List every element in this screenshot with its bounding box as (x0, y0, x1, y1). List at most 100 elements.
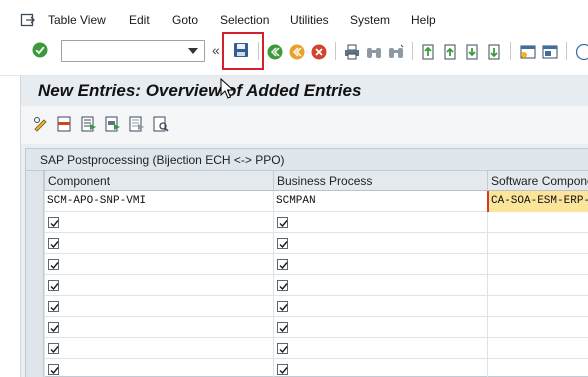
component-cell[interactable] (44, 359, 273, 377)
checkbox-icon[interactable] (48, 217, 59, 228)
business-process-cell[interactable] (273, 317, 487, 338)
table-row (26, 275, 588, 296)
checkbox-icon[interactable] (277, 322, 288, 333)
menu-system[interactable]: System (350, 13, 390, 27)
print-icon[interactable] (344, 44, 360, 60)
software-component-cell[interactable] (487, 212, 588, 233)
exit-icon[interactable] (289, 44, 305, 60)
find-next-icon[interactable] (388, 44, 404, 60)
select-all-rows-button[interactable] (26, 171, 44, 191)
menu-selection[interactable]: Selection (220, 13, 269, 27)
toolbar-separator (335, 42, 336, 60)
software-component-cell[interactable] (487, 359, 588, 377)
next-page-icon[interactable] (464, 44, 480, 60)
component-cell[interactable] (44, 296, 273, 317)
find-icon[interactable] (366, 44, 382, 60)
command-field[interactable] (61, 40, 205, 62)
component-cell[interactable] (44, 338, 273, 359)
table-title: SAP Postprocessing (Bijection ECH <-> PP… (40, 153, 285, 167)
menu-help[interactable]: Help (411, 13, 436, 27)
component-cell[interactable] (44, 212, 273, 233)
table-row (26, 338, 588, 359)
checkbox-icon[interactable] (48, 238, 59, 249)
column-header-software-component[interactable]: Software Component (487, 171, 588, 191)
print-standard-list-icon[interactable] (153, 116, 169, 132)
business-process-cell[interactable]: SCMPAN (273, 191, 487, 212)
menu-utilities[interactable]: Utilities (290, 13, 329, 27)
row-selector[interactable] (26, 317, 44, 338)
checkbox-icon[interactable] (48, 301, 59, 312)
save-icon[interactable] (233, 42, 249, 58)
software-component-cell[interactable] (487, 254, 588, 275)
table-row (26, 254, 588, 275)
component-cell[interactable]: SCM-APO-SNP-VMI (44, 191, 273, 212)
checkbox-icon[interactable] (277, 238, 288, 249)
page-title: New Entries: Overview of Added Entries (38, 81, 362, 100)
row-selector[interactable] (26, 233, 44, 254)
row-selector[interactable] (26, 254, 44, 275)
row-selector[interactable] (26, 275, 44, 296)
help-icon[interactable] (576, 44, 588, 60)
change-display-icon[interactable] (33, 116, 49, 132)
business-process-cell[interactable] (273, 275, 487, 296)
component-cell[interactable] (44, 254, 273, 275)
table-control: SAP Postprocessing (Bijection ECH <-> PP… (25, 148, 588, 377)
cancel-icon[interactable] (311, 44, 327, 60)
menu-table-view[interactable]: Table View (48, 13, 106, 27)
checkbox-icon[interactable] (277, 217, 288, 228)
first-page-icon[interactable] (420, 44, 436, 60)
checkbox-icon[interactable] (277, 301, 288, 312)
component-cell[interactable] (44, 233, 273, 254)
business-process-cell[interactable] (273, 338, 487, 359)
table-row (26, 359, 588, 377)
software-component-cell[interactable] (487, 317, 588, 338)
software-component-cell[interactable] (487, 296, 588, 317)
table-row (26, 233, 588, 254)
checkbox-icon[interactable] (277, 280, 288, 291)
business-process-cell[interactable] (273, 296, 487, 317)
last-page-icon[interactable] (486, 44, 502, 60)
checkbox-icon[interactable] (277, 343, 288, 354)
checkbox-icon[interactable] (277, 259, 288, 270)
table-title-bar: SAP Postprocessing (Bijection ECH <-> PP… (26, 149, 588, 171)
checkbox-icon[interactable] (48, 343, 59, 354)
software-component-cell[interactable] (487, 233, 588, 254)
previous-page-icon[interactable] (442, 44, 458, 60)
generate-shortcut-icon[interactable] (542, 44, 558, 60)
row-selector[interactable] (26, 296, 44, 317)
create-session-icon[interactable] (520, 44, 536, 60)
column-header-component[interactable]: Component (44, 171, 273, 191)
checkbox-icon[interactable] (277, 364, 288, 375)
command-input[interactable] (62, 41, 182, 61)
application-toolbar (21, 106, 588, 144)
select-block-icon[interactable] (105, 116, 121, 132)
row-selector[interactable] (26, 191, 44, 212)
select-all-icon[interactable] (81, 116, 97, 132)
component-cell[interactable] (44, 317, 273, 338)
software-component-cell[interactable]: CA-SOA-ESM-ERP- (487, 191, 588, 212)
menu-exit-icon[interactable] (20, 12, 36, 28)
back-icon[interactable] (267, 44, 283, 60)
chevron-down-icon[interactable] (188, 48, 198, 54)
software-component-cell[interactable] (487, 275, 588, 296)
enter-check-icon[interactable] (32, 42, 48, 58)
row-selector[interactable] (26, 359, 44, 377)
delete-row-icon[interactable] (57, 116, 73, 132)
deselect-all-icon[interactable] (129, 116, 145, 132)
row-selector[interactable] (26, 212, 44, 233)
menu-goto[interactable]: Goto (172, 13, 198, 27)
business-process-cell[interactable] (273, 233, 487, 254)
row-selector[interactable] (26, 338, 44, 359)
business-process-cell[interactable] (273, 254, 487, 275)
business-process-cell[interactable] (273, 359, 487, 377)
checkbox-icon[interactable] (48, 259, 59, 270)
checkbox-icon[interactable] (48, 364, 59, 375)
checkbox-icon[interactable] (48, 280, 59, 291)
business-process-cell[interactable] (273, 212, 487, 233)
checkbox-icon[interactable] (48, 322, 59, 333)
column-header-business-process[interactable]: Business Process (273, 171, 487, 191)
software-component-cell[interactable] (487, 338, 588, 359)
collapse-chevron-icon[interactable]: « (212, 42, 220, 58)
component-cell[interactable] (44, 275, 273, 296)
menu-edit[interactable]: Edit (129, 13, 150, 27)
